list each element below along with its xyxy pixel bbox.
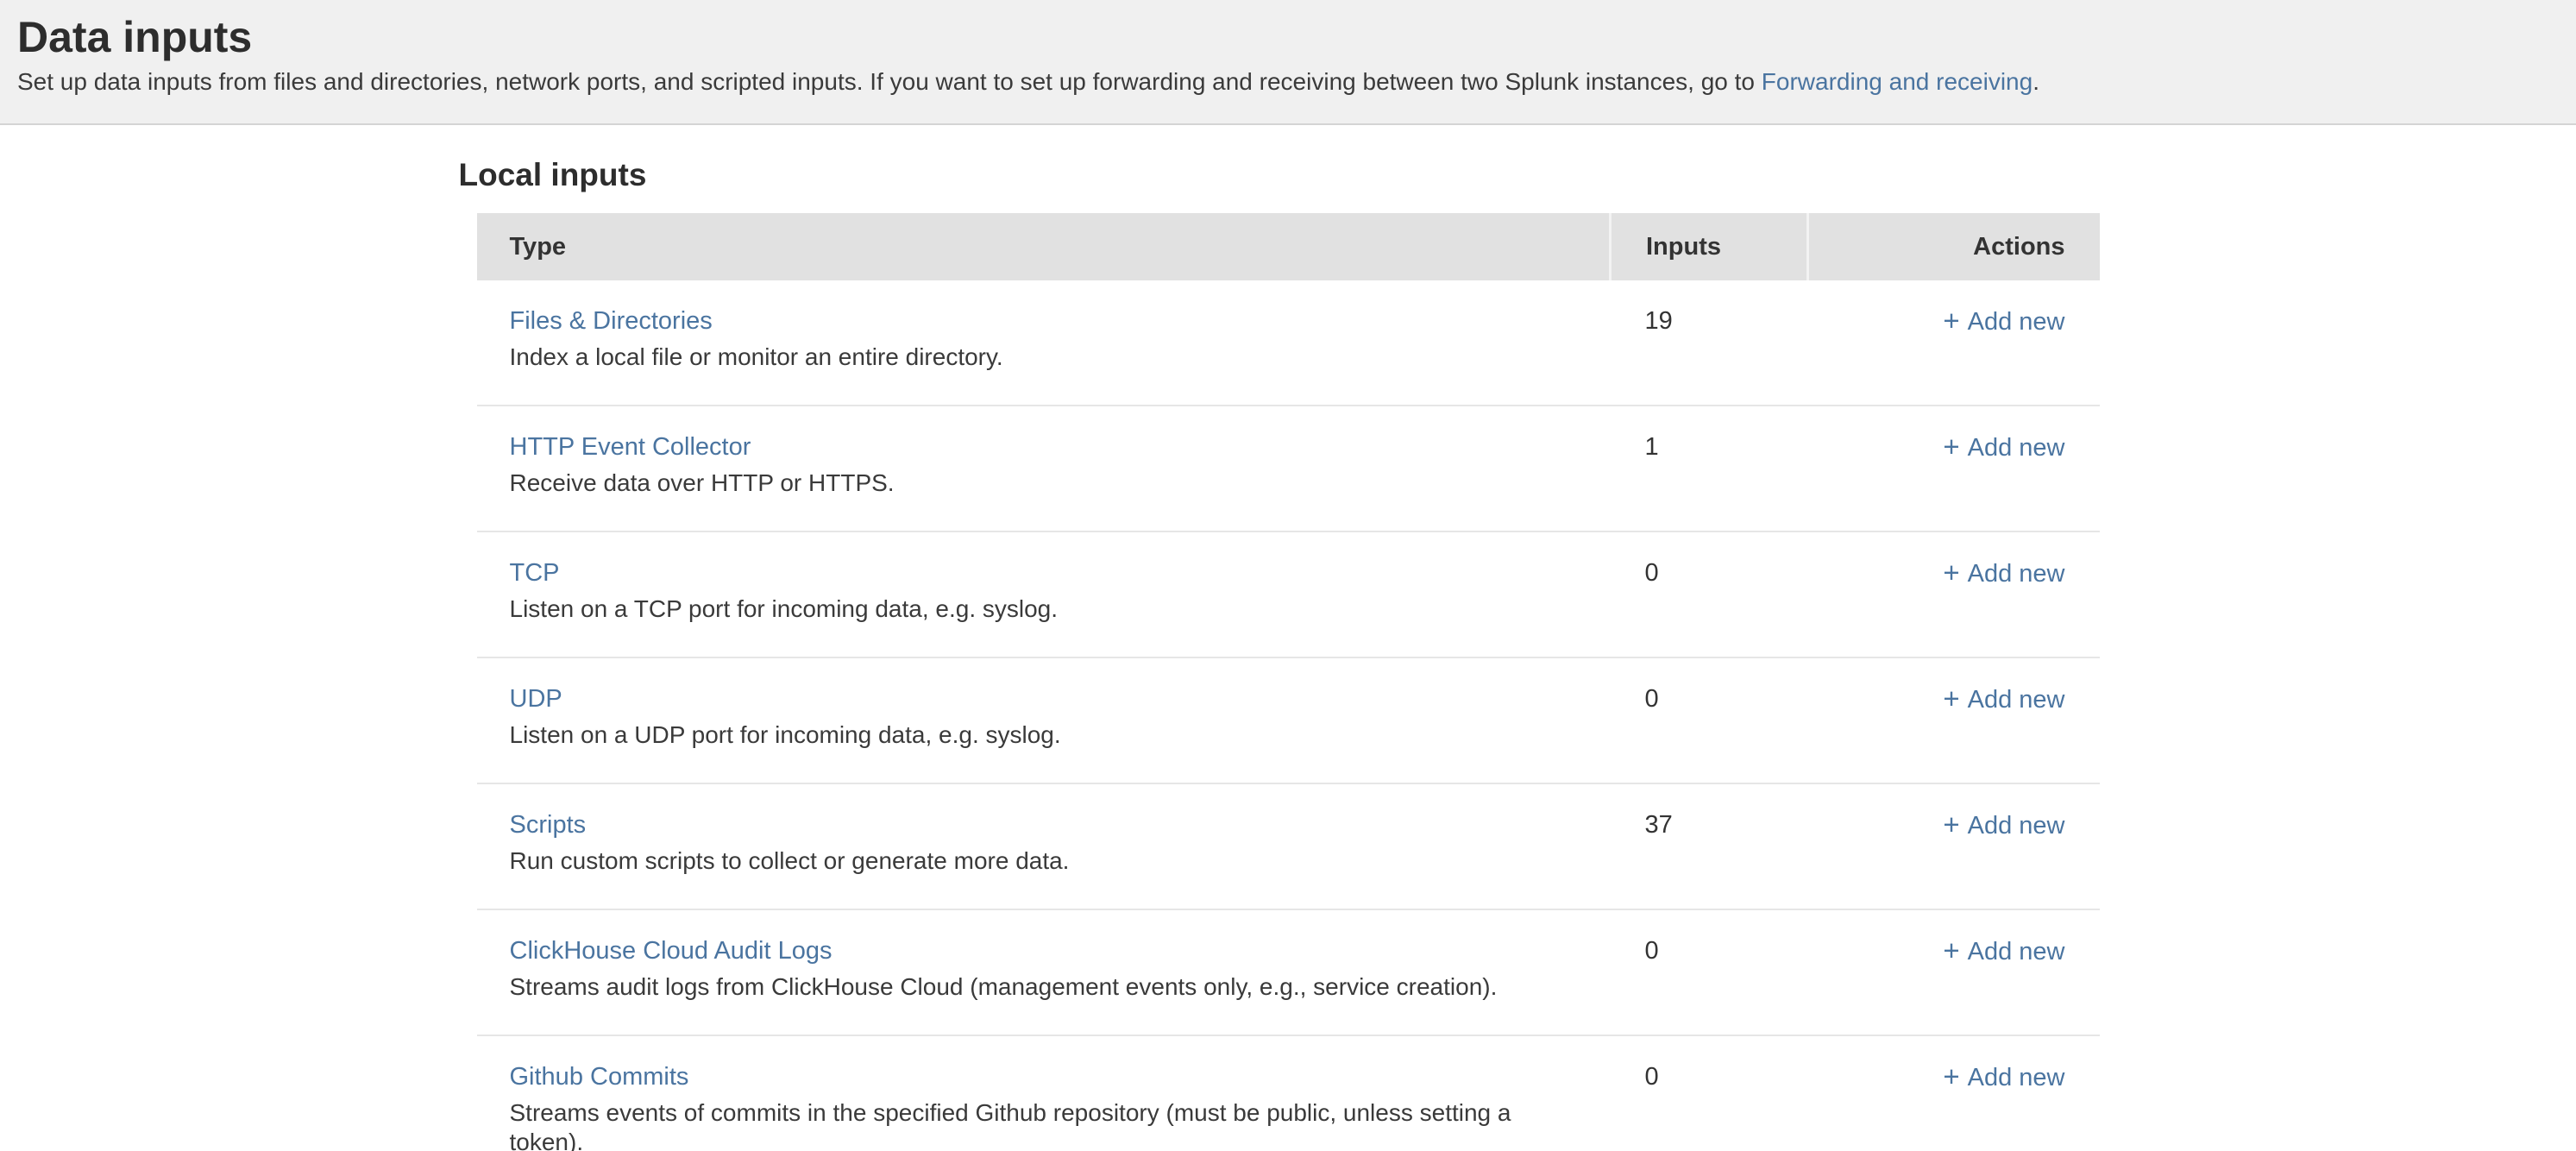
actions-cell: + Add new: [1808, 280, 2100, 406]
add-new-button[interactable]: + Add new: [1943, 810, 2064, 840]
input-type-link[interactable]: Files & Directories: [510, 306, 713, 336]
table-row: Files & Directories Index a local file o…: [477, 280, 2100, 406]
plus-icon: +: [1943, 936, 1959, 965]
input-type-link[interactable]: TCP: [510, 558, 560, 588]
column-header-actions: Actions: [1808, 213, 2100, 280]
inputs-count: 37: [1611, 783, 1808, 909]
inputs-count: 0: [1611, 1035, 1808, 1151]
add-new-label: Add new: [1968, 938, 2065, 965]
type-cell: Scripts Run custom scripts to collect or…: [477, 783, 1611, 909]
local-inputs-section: Local inputs Type Inputs Actions Files &…: [477, 156, 2100, 1151]
input-type-link[interactable]: Scripts: [510, 810, 587, 840]
page-description: Set up data inputs from files and direct…: [17, 66, 2524, 97]
add-new-label: Add new: [1968, 560, 2065, 588]
add-new-button[interactable]: + Add new: [1943, 936, 2064, 966]
add-new-button[interactable]: + Add new: [1943, 1062, 2064, 1092]
actions-cell: + Add new: [1808, 531, 2100, 657]
add-new-label: Add new: [1968, 812, 2065, 840]
column-header-inputs: Inputs: [1611, 213, 1808, 280]
add-new-button[interactable]: + Add new: [1943, 432, 2064, 462]
type-cell: Files & Directories Index a local file o…: [477, 280, 1611, 406]
table-row: HTTP Event Collector Receive data over H…: [477, 406, 2100, 531]
table-row: Github Commits Streams events of commits…: [477, 1035, 2100, 1151]
input-type-description: Listen on a TCP port for incoming data, …: [510, 594, 1585, 624]
plus-icon: +: [1943, 810, 1959, 840]
main-content: Local inputs Type Inputs Actions Files &…: [0, 125, 2576, 1151]
actions-cell: + Add new: [1808, 909, 2100, 1035]
input-type-description: Streams events of commits in the specifi…: [510, 1098, 1585, 1151]
table-header-row: Type Inputs Actions: [477, 213, 2100, 280]
table-row: ClickHouse Cloud Audit Logs Streams audi…: [477, 909, 2100, 1035]
input-type-description: Receive data over HTTP or HTTPS.: [510, 469, 1585, 498]
plus-icon: +: [1943, 558, 1959, 588]
actions-cell: + Add new: [1808, 657, 2100, 783]
page-header: Data inputs Set up data inputs from file…: [0, 0, 2576, 125]
forwarding-and-receiving-link[interactable]: Forwarding and receiving: [1762, 68, 2033, 95]
add-new-label: Add new: [1968, 686, 2065, 714]
add-new-label: Add new: [1968, 434, 2065, 462]
add-new-label: Add new: [1968, 1064, 2065, 1091]
table-row: TCP Listen on a TCP port for incoming da…: [477, 531, 2100, 657]
plus-icon: +: [1943, 684, 1959, 714]
local-inputs-table: Type Inputs Actions Files & Directories …: [477, 213, 2100, 1151]
section-title: Local inputs: [459, 156, 2100, 194]
plus-icon: +: [1943, 1062, 1959, 1091]
type-cell: UDP Listen on a UDP port for incoming da…: [477, 657, 1611, 783]
input-type-description: Listen on a UDP port for incoming data, …: [510, 720, 1585, 750]
inputs-count: 0: [1611, 657, 1808, 783]
page-description-prefix: Set up data inputs from files and direct…: [17, 68, 1762, 95]
input-type-link[interactable]: HTTP Event Collector: [510, 432, 751, 462]
page-description-suffix: .: [2033, 68, 2039, 95]
column-header-type: Type: [477, 213, 1611, 280]
table-body: Files & Directories Index a local file o…: [477, 280, 2100, 1151]
input-type-description: Index a local file or monitor an entire …: [510, 343, 1585, 372]
input-type-description: Run custom scripts to collect or generat…: [510, 846, 1585, 876]
type-cell: ClickHouse Cloud Audit Logs Streams audi…: [477, 909, 1611, 1035]
type-cell: HTTP Event Collector Receive data over H…: [477, 406, 1611, 531]
type-cell: Github Commits Streams events of commits…: [477, 1035, 1611, 1151]
table-row: Scripts Run custom scripts to collect or…: [477, 783, 2100, 909]
input-type-link[interactable]: UDP: [510, 684, 562, 714]
inputs-count: 0: [1611, 531, 1808, 657]
plus-icon: +: [1943, 432, 1959, 462]
plus-icon: +: [1943, 306, 1959, 336]
inputs-count: 19: [1611, 280, 1808, 406]
actions-cell: + Add new: [1808, 783, 2100, 909]
input-type-description: Streams audit logs from ClickHouse Cloud…: [510, 972, 1585, 1002]
actions-cell: + Add new: [1808, 1035, 2100, 1151]
add-new-button[interactable]: + Add new: [1943, 558, 2064, 588]
input-type-link[interactable]: Github Commits: [510, 1062, 689, 1091]
add-new-button[interactable]: + Add new: [1943, 306, 2064, 336]
type-cell: TCP Listen on a TCP port for incoming da…: [477, 531, 1611, 657]
add-new-button[interactable]: + Add new: [1943, 684, 2064, 714]
actions-cell: + Add new: [1808, 406, 2100, 531]
inputs-count: 1: [1611, 406, 1808, 531]
input-type-link[interactable]: ClickHouse Cloud Audit Logs: [510, 936, 832, 965]
inputs-count: 0: [1611, 909, 1808, 1035]
page-title: Data inputs: [17, 10, 2524, 64]
add-new-label: Add new: [1968, 308, 2065, 336]
table-row: UDP Listen on a UDP port for incoming da…: [477, 657, 2100, 783]
